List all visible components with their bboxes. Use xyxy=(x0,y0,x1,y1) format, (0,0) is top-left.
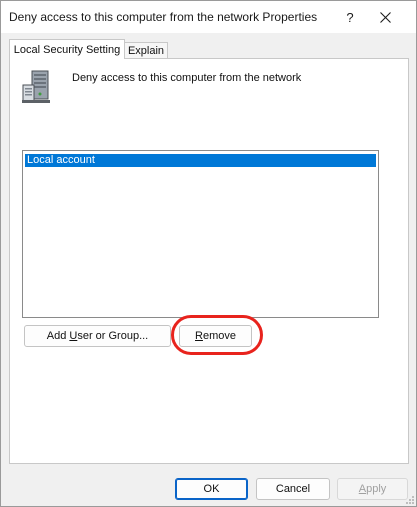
tab-local-security-setting[interactable]: Local Security Setting xyxy=(9,39,125,59)
add-user-or-group-button[interactable]: Add User or Group... xyxy=(24,325,171,347)
tab-explain[interactable]: Explain xyxy=(125,42,168,59)
close-button[interactable] xyxy=(369,1,401,33)
cancel-button[interactable]: Cancel xyxy=(256,478,330,500)
apply-mnemonic: A xyxy=(358,483,367,495)
server-tower-icon xyxy=(22,70,50,103)
ok-button[interactable]: OK xyxy=(175,478,248,500)
remove-button[interactable]: Remove xyxy=(179,325,252,347)
list-item[interactable]: Local account xyxy=(25,154,376,167)
add-user-label-prefix: Add xyxy=(46,330,70,342)
properties-dialog: Deny access to this computer from the ne… xyxy=(0,0,417,507)
apply-button[interactable]: Apply xyxy=(337,478,408,500)
accounts-listbox[interactable]: Local account xyxy=(22,150,379,318)
remove-label-suffix: emove xyxy=(202,330,236,342)
remove-mnemonic: R xyxy=(195,330,203,342)
add-user-label-suffix: ser or Group... xyxy=(77,330,149,342)
close-icon xyxy=(379,11,391,23)
window-title: Deny access to this computer from the ne… xyxy=(9,10,318,24)
title-bar[interactable]: Deny access to this computer from the ne… xyxy=(1,1,416,33)
add-user-mnemonic: U xyxy=(69,330,78,342)
help-button[interactable]: ? xyxy=(334,1,366,33)
apply-label-suffix: pply xyxy=(366,483,387,495)
policy-title: Deny access to this computer from the ne… xyxy=(72,72,302,84)
